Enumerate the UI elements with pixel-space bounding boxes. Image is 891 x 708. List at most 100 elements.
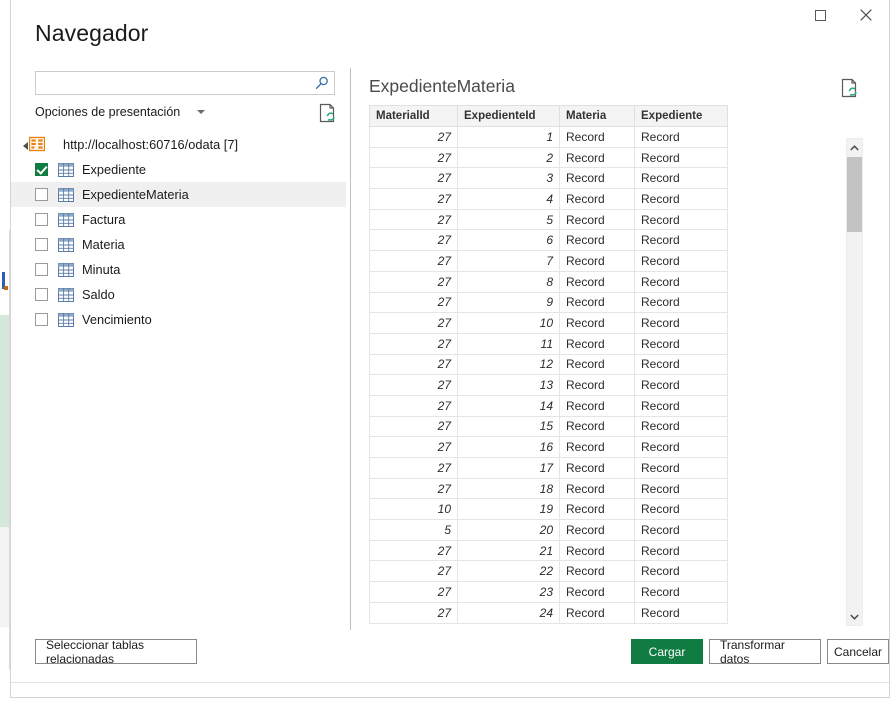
- table-row[interactable]: 27 21 Record Record: [369, 539, 728, 562]
- table-row[interactable]: 27 7 Record Record: [369, 250, 728, 272]
- table-row[interactable]: 27 8 Record Record: [369, 270, 728, 293]
- table-row[interactable]: 5 20 Record Record: [369, 519, 728, 541]
- grid-cell: Record: [634, 270, 728, 293]
- grid-cell: 5: [369, 519, 458, 541]
- cancel-button[interactable]: Cancelar: [827, 639, 889, 664]
- grid-cell: 27: [369, 581, 458, 603]
- tree-item-saldo[interactable]: Saldo: [11, 282, 346, 307]
- grid-cell: 8: [457, 270, 560, 293]
- tree-root-node[interactable]: http://localhost:60716/odata [7]: [11, 132, 346, 157]
- tree-item-checkbox[interactable]: [35, 163, 48, 176]
- grid-cell: 27: [369, 188, 458, 210]
- grid-cell: Record: [634, 498, 728, 521]
- grid-cell: 27: [369, 208, 458, 231]
- table-row[interactable]: 27 14 Record Record: [369, 394, 728, 417]
- table-row[interactable]: 27 4 Record Record: [369, 188, 728, 210]
- scroll-thumb[interactable]: [847, 157, 862, 232]
- table-row[interactable]: 27 3 Record Record: [369, 167, 728, 190]
- tree-item-label: Factura: [82, 212, 126, 227]
- grid-cell: 27: [369, 332, 458, 355]
- grid-cell: 7: [457, 250, 560, 272]
- grid-cell: 9: [457, 291, 560, 314]
- table-row[interactable]: 27 5 Record Record: [369, 208, 728, 231]
- table-row[interactable]: 27 15 Record Record: [369, 415, 728, 438]
- tree-item-checkbox[interactable]: [35, 213, 48, 226]
- preview-vertical-scrollbar[interactable]: [846, 138, 863, 626]
- grid-cell: 18: [457, 477, 560, 500]
- tree-root-label: http://localhost:60716/odata [7]: [63, 137, 239, 152]
- grid-cell: Record: [559, 415, 635, 438]
- grid-cell: Record: [634, 208, 728, 231]
- tree-item-factura[interactable]: Factura: [11, 207, 346, 232]
- select-related-tables-button[interactable]: Seleccionar tablas relacionadas: [35, 638, 197, 666]
- tree-item-checkbox[interactable]: [35, 288, 48, 301]
- scroll-down-button[interactable]: [847, 608, 862, 625]
- table-row[interactable]: 27 11 Record Record: [369, 332, 728, 355]
- tree-item-minuta[interactable]: Minuta: [11, 257, 346, 282]
- grid-column-header[interactable]: Expediente: [634, 105, 728, 127]
- transform-data-button[interactable]: Transformar datos: [709, 638, 821, 666]
- table-row[interactable]: 27 6 Record Record: [369, 229, 728, 252]
- grid-column-header[interactable]: Materia: [559, 105, 635, 127]
- grid-cell: 15: [457, 415, 560, 438]
- table-row[interactable]: 27 12 Record Record: [369, 353, 728, 376]
- search-button[interactable]: [312, 74, 332, 92]
- scroll-up-button[interactable]: [847, 139, 862, 156]
- table-row[interactable]: 27 17 Record Record: [369, 457, 728, 479]
- background-orange-marker: [4, 286, 8, 290]
- refresh-preview-button-left[interactable]: [319, 103, 337, 128]
- table-row[interactable]: 10 19 Record Record: [369, 498, 728, 521]
- load-button[interactable]: Cargar: [631, 639, 703, 664]
- table-row[interactable]: 27 23 Record Record: [369, 581, 728, 603]
- triangle-expander-icon[interactable]: [23, 142, 28, 150]
- grid-cell: Record: [634, 457, 728, 479]
- tree-item-label: Vencimiento: [82, 312, 152, 327]
- grid-cell: Record: [634, 291, 728, 314]
- grid-cell: Record: [559, 394, 635, 417]
- tree-item-label: Expediente: [82, 162, 147, 177]
- grid-cell: Record: [559, 436, 635, 458]
- table-row[interactable]: 27 18 Record Record: [369, 477, 728, 500]
- grid-cell: Record: [559, 188, 635, 210]
- tree-item-label: Minuta: [82, 262, 121, 277]
- table-row[interactable]: 27 9 Record Record: [369, 291, 728, 314]
- grid-cell: 19: [457, 498, 560, 521]
- background-green-strip: [0, 315, 9, 527]
- grid-column-header[interactable]: ExpedienteId: [457, 105, 560, 127]
- tree-item-checkbox[interactable]: [35, 313, 48, 326]
- grid-cell: Record: [559, 332, 635, 355]
- grid-cell: Record: [559, 167, 635, 190]
- grid-cell: 22: [457, 560, 560, 583]
- tree-item-materia[interactable]: Materia: [11, 232, 346, 257]
- grid-cell: 27: [369, 457, 458, 479]
- close-button[interactable]: [843, 0, 888, 30]
- table-row[interactable]: 27 22 Record Record: [369, 560, 728, 583]
- table-row[interactable]: 27 16 Record Record: [369, 436, 728, 458]
- table-icon: [58, 187, 74, 202]
- refresh-preview-icon: [319, 103, 335, 123]
- search-icon: [315, 76, 328, 89]
- search-input[interactable]: [36, 72, 308, 94]
- grid-column-header[interactable]: MaterialId: [369, 105, 458, 127]
- tree-item-checkbox[interactable]: [35, 188, 48, 201]
- chevron-down-icon[interactable]: [197, 110, 205, 114]
- table-row[interactable]: 27 2 Record Record: [369, 146, 728, 169]
- search-box[interactable]: [35, 71, 335, 95]
- grid-cell: 27: [369, 394, 458, 417]
- grid-cell: Record: [559, 477, 635, 500]
- tree-item-checkbox[interactable]: [35, 263, 48, 276]
- tree-item-expediente[interactable]: Expediente: [11, 157, 346, 182]
- table-row[interactable]: 27 13 Record Record: [369, 374, 728, 396]
- display-options-row[interactable]: Opciones de presentación: [35, 103, 335, 125]
- table-icon: [58, 287, 74, 302]
- table-row[interactable]: 27 10 Record Record: [369, 312, 728, 334]
- table-row[interactable]: 27 1 Record Record: [369, 126, 728, 148]
- grid-cell: Record: [559, 601, 635, 624]
- maximize-button[interactable]: [798, 0, 843, 30]
- grid-cell: 27: [369, 415, 458, 438]
- grid-cell: 27: [369, 436, 458, 458]
- tree-item-checkbox[interactable]: [35, 238, 48, 251]
- table-row[interactable]: 27 24 Record Record: [369, 601, 728, 624]
- tree-item-expedientemateria[interactable]: ExpedienteMateria: [11, 182, 346, 207]
- tree-item-vencimiento[interactable]: Vencimiento: [11, 307, 346, 332]
